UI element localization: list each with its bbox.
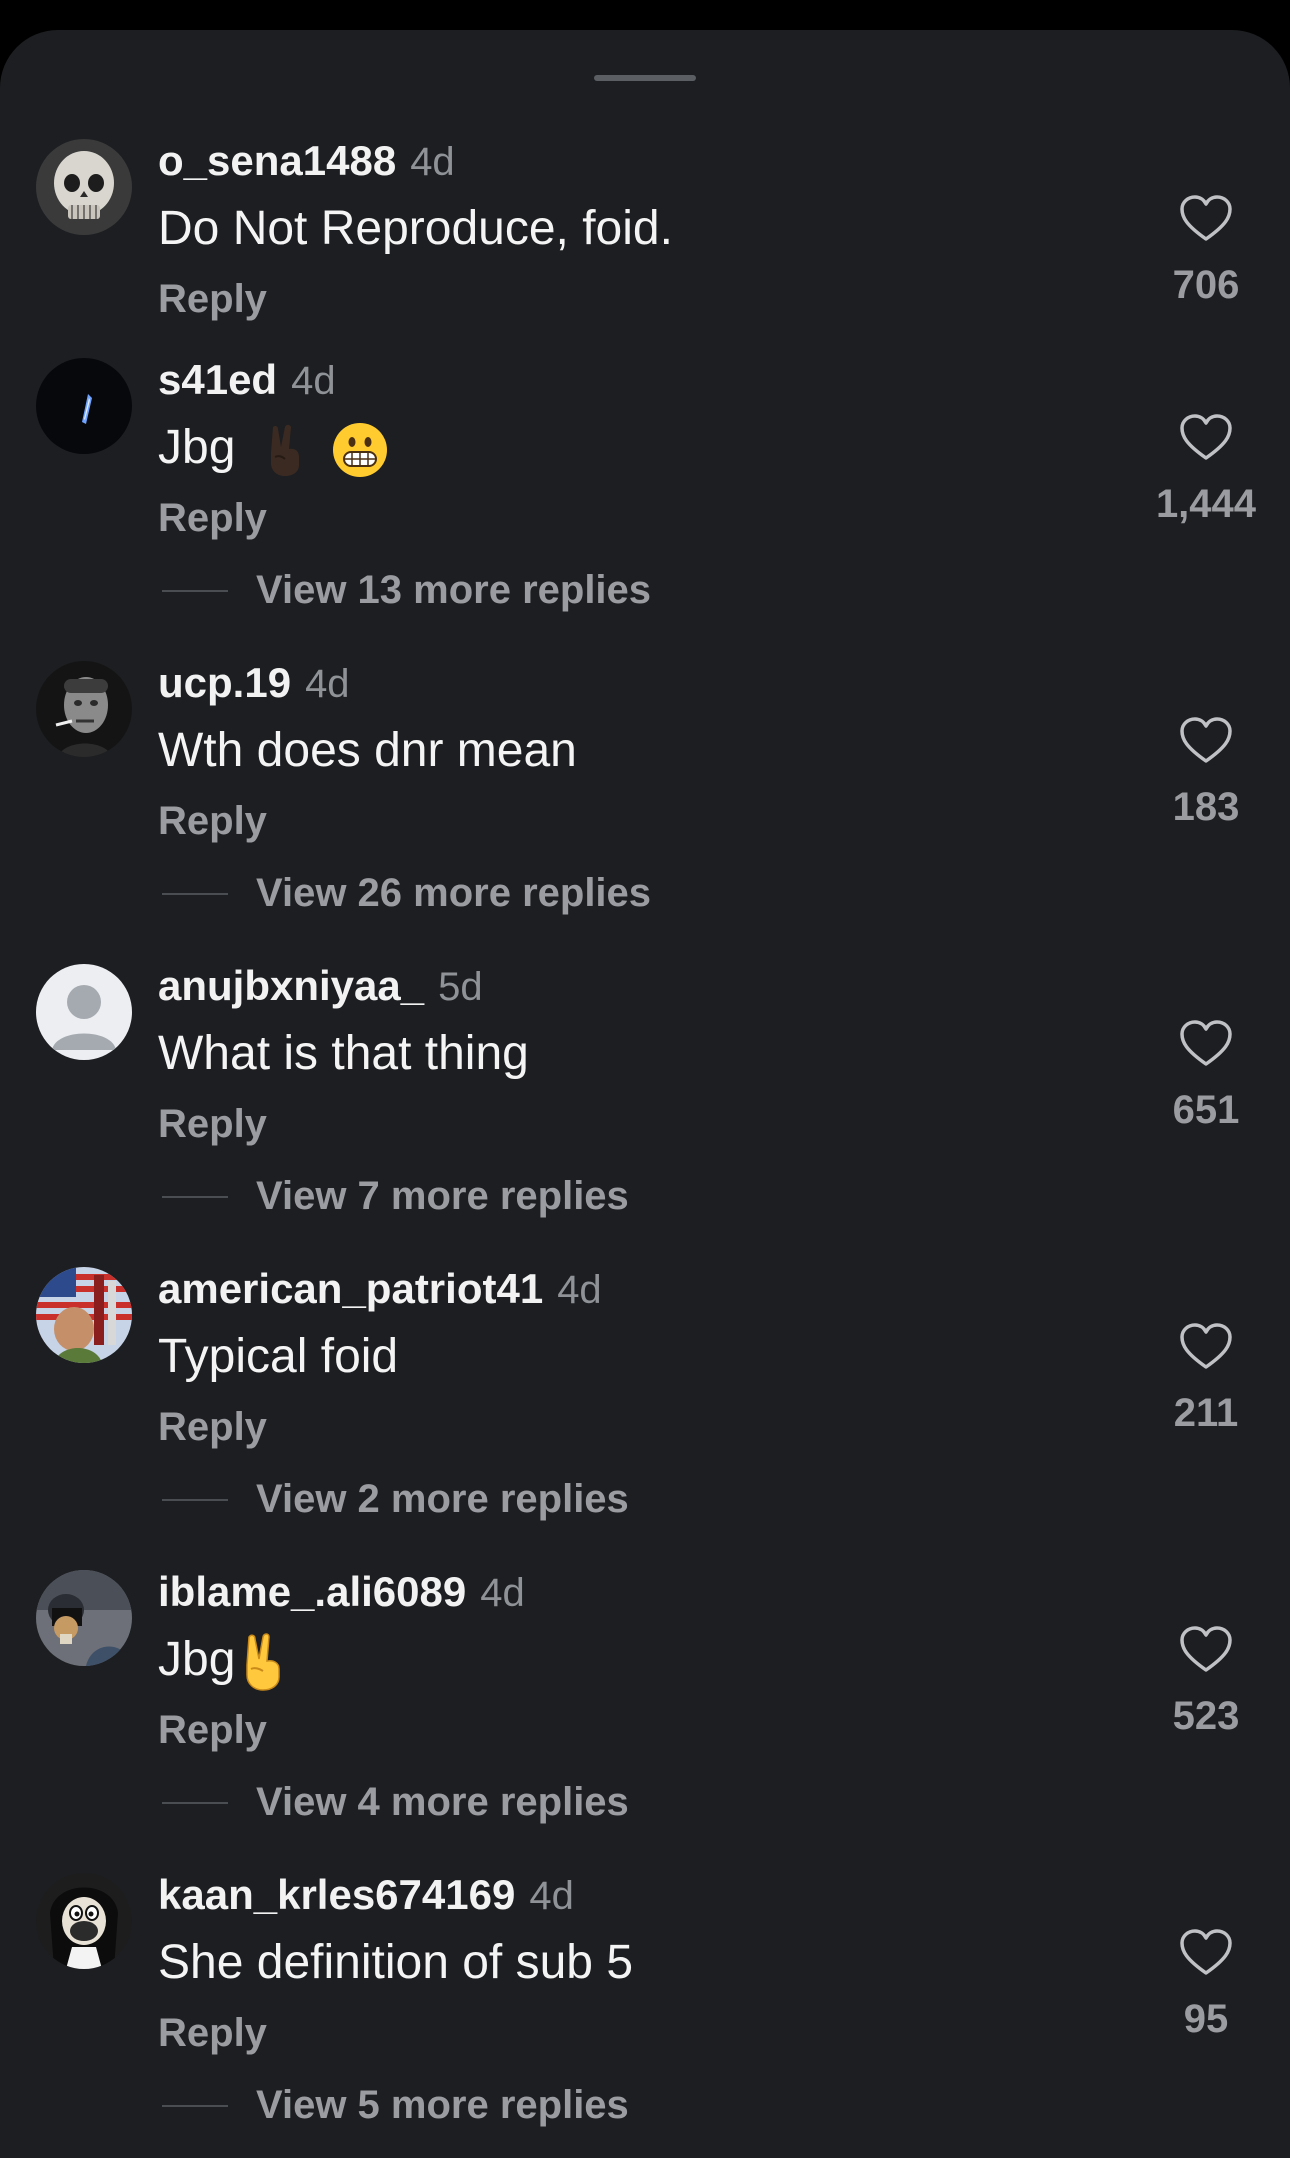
avatar[interactable] [36, 1267, 132, 1363]
reply-button[interactable]: Reply [158, 494, 267, 542]
heart-outline-icon[interactable] [1180, 414, 1232, 462]
avatar[interactable] [36, 139, 132, 235]
divider-line [162, 1196, 228, 1198]
avatar[interactable] [36, 358, 132, 454]
reply-button[interactable]: Reply [158, 2009, 267, 2057]
comment-age: 4d [480, 1571, 525, 1615]
divider-line [162, 2105, 228, 2107]
reply-button[interactable]: Reply [158, 275, 267, 323]
comment-meta: o_sena1488 4d [158, 137, 455, 185]
comment-text: Typical foid [158, 1327, 398, 1387]
comment-age: 4d [291, 359, 336, 403]
view-more-replies-label[interactable]: View 7 more replies [256, 1172, 629, 1220]
comment-meta: kaan_krles674169 4d [158, 1871, 574, 1919]
divider-line [162, 893, 228, 895]
heart-outline-icon[interactable] [1180, 1929, 1232, 1977]
like-count: 1,444 [1155, 482, 1257, 526]
comment-meta: american_patriot41 4d [158, 1265, 602, 1313]
username[interactable]: kaan_krles674169 [158, 1871, 515, 1918]
username[interactable]: s41ed [158, 356, 277, 403]
username[interactable]: anujbxniyaa_ [158, 962, 424, 1009]
comment-body: What is that thing [158, 1027, 529, 1080]
like-count: 95 [1183, 1997, 1229, 2041]
heart-outline-icon[interactable] [1180, 1626, 1232, 1674]
comment-body: Typical foid [158, 1330, 399, 1383]
heart-outline-icon[interactable] [1180, 195, 1232, 243]
username[interactable]: iblame_.ali6089 [158, 1568, 466, 1615]
sheet-drag-handle[interactable] [594, 75, 696, 81]
comment-age: 4d [410, 140, 455, 184]
username[interactable]: american_patriot41 [158, 1265, 543, 1312]
comment-meta: iblame_.ali6089 4d [158, 1568, 525, 1616]
like-count: 651 [1172, 1088, 1240, 1132]
victory-hand-emoji [261, 423, 307, 477]
username[interactable]: o_sena1488 [158, 137, 396, 184]
reply-button[interactable]: Reply [158, 1403, 267, 1451]
avatar[interactable] [36, 964, 132, 1060]
comment-age: 4d [305, 662, 350, 706]
comments-sheet: o_sena1488 4d Do Not Reproduce, foid. Rep… [0, 30, 1290, 2158]
comment-text: Do Not Reproduce, foid. [158, 199, 673, 259]
comment-age: 4d [557, 1268, 602, 1312]
view-more-replies-label[interactable]: View 13 more replies [256, 566, 651, 614]
comment-body: Do Not Reproduce, foid. [158, 202, 673, 255]
avatar[interactable] [36, 1873, 132, 1969]
heart-outline-icon[interactable] [1180, 1323, 1232, 1371]
view-more-replies-label[interactable]: View 26 more replies [256, 869, 651, 917]
view-more-replies-label[interactable]: View 2 more replies [256, 1475, 629, 1523]
reply-button[interactable]: Reply [158, 797, 267, 845]
divider-line [162, 590, 228, 592]
comment-text: Wth does dnr mean [158, 721, 577, 781]
comment-meta: s41ed 4d [158, 356, 336, 404]
like-count: 523 [1172, 1694, 1240, 1738]
reply-button[interactable]: Reply [158, 1706, 267, 1754]
like-count: 183 [1172, 785, 1240, 829]
heart-outline-icon[interactable] [1180, 717, 1232, 765]
reply-button[interactable]: Reply [158, 1100, 267, 1148]
avatar[interactable] [36, 1570, 132, 1666]
comment-body: Jbg [158, 1633, 236, 1686]
comment-text: She definition of sub 5 [158, 1933, 633, 1993]
comment-text: What is that thing [158, 1024, 529, 1084]
comment-age: 5d [438, 965, 483, 1009]
like-count: 706 [1172, 263, 1240, 307]
like-count: 211 [1173, 1391, 1239, 1435]
username[interactable]: ucp.19 [158, 659, 291, 706]
comment-meta: ucp.19 4d [158, 659, 350, 707]
divider-line [162, 1802, 228, 1804]
avatar[interactable] [36, 661, 132, 757]
comment-age: 4d [529, 1874, 574, 1918]
view-more-replies-label[interactable]: View 4 more replies [256, 1778, 629, 1826]
comment-body: She definition of sub 5 [158, 1936, 634, 1989]
grimacing-face-emoji [332, 422, 388, 478]
heart-outline-icon[interactable] [1180, 1020, 1232, 1068]
view-more-replies-label[interactable]: View 5 more replies [256, 2081, 629, 2129]
comment-body: Wth does dnr mean [158, 724, 577, 777]
comment-body: Jbg [158, 421, 236, 474]
comment-meta: anujbxniyaa_ 5d [158, 962, 483, 1010]
comment-text: Jbg [158, 1630, 285, 1692]
comment-text: Jbg [158, 418, 388, 478]
victory-hand-emoji [239, 1633, 285, 1692]
divider-line [162, 1499, 228, 1501]
